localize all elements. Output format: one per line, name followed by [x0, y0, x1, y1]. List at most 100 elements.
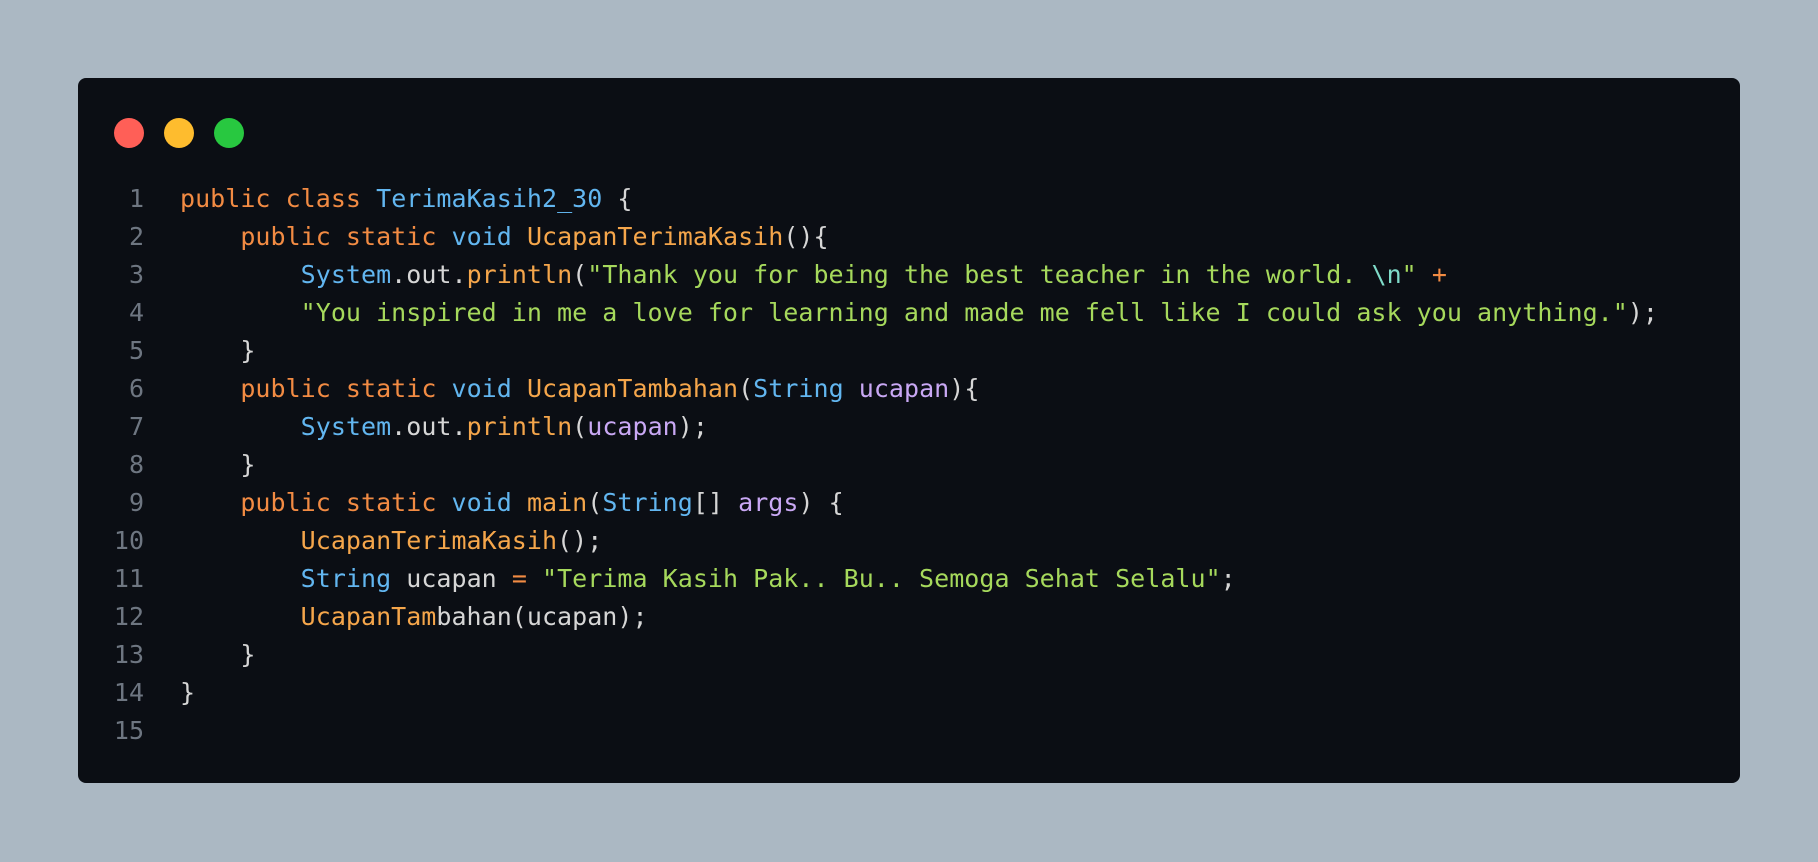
code-line-text: } [144, 332, 255, 370]
code-line-text: System.out.println(ucapan); [144, 408, 708, 446]
code-token: static [345, 222, 437, 251]
code-token: main [526, 488, 588, 517]
code-token: System [300, 412, 392, 441]
code-token: ucapan [858, 374, 950, 403]
code-token: ucapan [587, 412, 678, 441]
code-token: public [180, 184, 271, 213]
code-line: 6 public static void UcapanTambahan(Stri… [78, 370, 1740, 408]
code-line-text: } [144, 446, 255, 484]
window-controls [114, 118, 244, 148]
code-token: + [1431, 260, 1447, 289]
code-token: void [451, 488, 512, 517]
code-token: String [300, 564, 392, 593]
code-line-text: System.out.println("Thank you for being … [144, 256, 1447, 294]
code-token: class [285, 184, 362, 213]
code-token: ; [1220, 564, 1236, 593]
code-token: .out. [391, 260, 467, 289]
code-token: = [511, 564, 527, 593]
code-token: { [602, 184, 633, 213]
code-line-text: public static void UcapanTambahan(String… [144, 370, 979, 408]
code-token: ){ [949, 374, 980, 403]
code-line: 5 } [78, 332, 1740, 370]
line-number: 9 [128, 488, 144, 517]
code-token: [] [692, 488, 739, 517]
code-window: 1 public class TerimaKasih2_30 {2 public … [78, 78, 1740, 783]
code-token: public [240, 488, 331, 517]
code-line: 7 System.out.println(ucapan); [78, 408, 1740, 446]
maximize-dot-icon[interactable] [214, 118, 244, 148]
code-token: ( [738, 374, 754, 403]
code-token: UcapanTerimaKasih [300, 526, 558, 555]
code-token: void [451, 374, 512, 403]
line-number: 7 [128, 412, 144, 441]
code-token: "Terima Kasih Pak.. Bu.. Semoga Sehat Se… [542, 564, 1221, 593]
code-line: 11 String ucapan = "Terima Kasih Pak.. B… [78, 560, 1740, 598]
code-line: 12 UcapanTambahan(ucapan); [78, 598, 1740, 636]
code-block: 1 public class TerimaKasih2_30 {2 public … [78, 180, 1740, 750]
code-token: UcapanTerimaKasih [526, 222, 784, 251]
code-token: (){ [783, 222, 829, 251]
code-line: 15 [78, 712, 1740, 750]
code-line: 3 System.out.println("Thank you for bein… [78, 256, 1740, 294]
code-line-text: public class TerimaKasih2_30 { [144, 180, 633, 218]
line-number: 15 [113, 716, 144, 745]
line-number: 10 [113, 526, 144, 555]
code-token: .out. [391, 412, 467, 441]
close-dot-icon[interactable] [114, 118, 144, 148]
code-line-text: public static void main(String[] args) { [144, 484, 844, 522]
code-token: ucapan [391, 564, 512, 593]
code-token: TerimaKasih2_30 [376, 184, 603, 213]
line-number: 5 [128, 336, 144, 365]
code-token: public [240, 222, 331, 251]
code-token: ( [572, 412, 588, 441]
code-line: 4 "You inspired in me a love for learnin… [78, 294, 1740, 332]
code-token: } [180, 640, 256, 669]
line-number: 8 [128, 450, 144, 479]
code-token: } [180, 450, 256, 479]
code-token: public [240, 374, 331, 403]
code-token: ( [572, 260, 588, 289]
line-number: 3 [128, 260, 144, 289]
code-line-text: } [144, 674, 195, 712]
code-token: String [602, 488, 693, 517]
code-token: "You inspired in me a love for learning … [300, 298, 1628, 327]
code-token: ) { [798, 488, 844, 517]
code-token: println [466, 260, 573, 289]
code-line: 14} [78, 674, 1740, 712]
line-number: 6 [128, 374, 144, 403]
minimize-dot-icon[interactable] [164, 118, 194, 148]
code-token: UcapanTambahan [526, 374, 739, 403]
code-token: UcapanTam [300, 602, 437, 631]
code-token: static [345, 374, 437, 403]
code-token: println [466, 412, 573, 441]
code-line: 2 public static void UcapanTerimaKasih()… [78, 218, 1740, 256]
line-number: 14 [113, 678, 144, 707]
code-token: String [753, 374, 844, 403]
code-line-text: "You inspired in me a love for learning … [144, 294, 1658, 332]
line-number: 13 [113, 640, 144, 669]
code-line: 13 } [78, 636, 1740, 674]
code-token: ); [677, 412, 708, 441]
code-line-text: UcapanTambahan(ucapan); [144, 598, 648, 636]
line-number: 1 [128, 184, 144, 213]
code-token: bahan(ucapan); [436, 602, 648, 631]
code-line-text: UcapanTerimaKasih(); [144, 522, 603, 560]
line-number: 12 [113, 602, 144, 631]
code-token: } [180, 336, 256, 365]
code-token: (); [557, 526, 603, 555]
